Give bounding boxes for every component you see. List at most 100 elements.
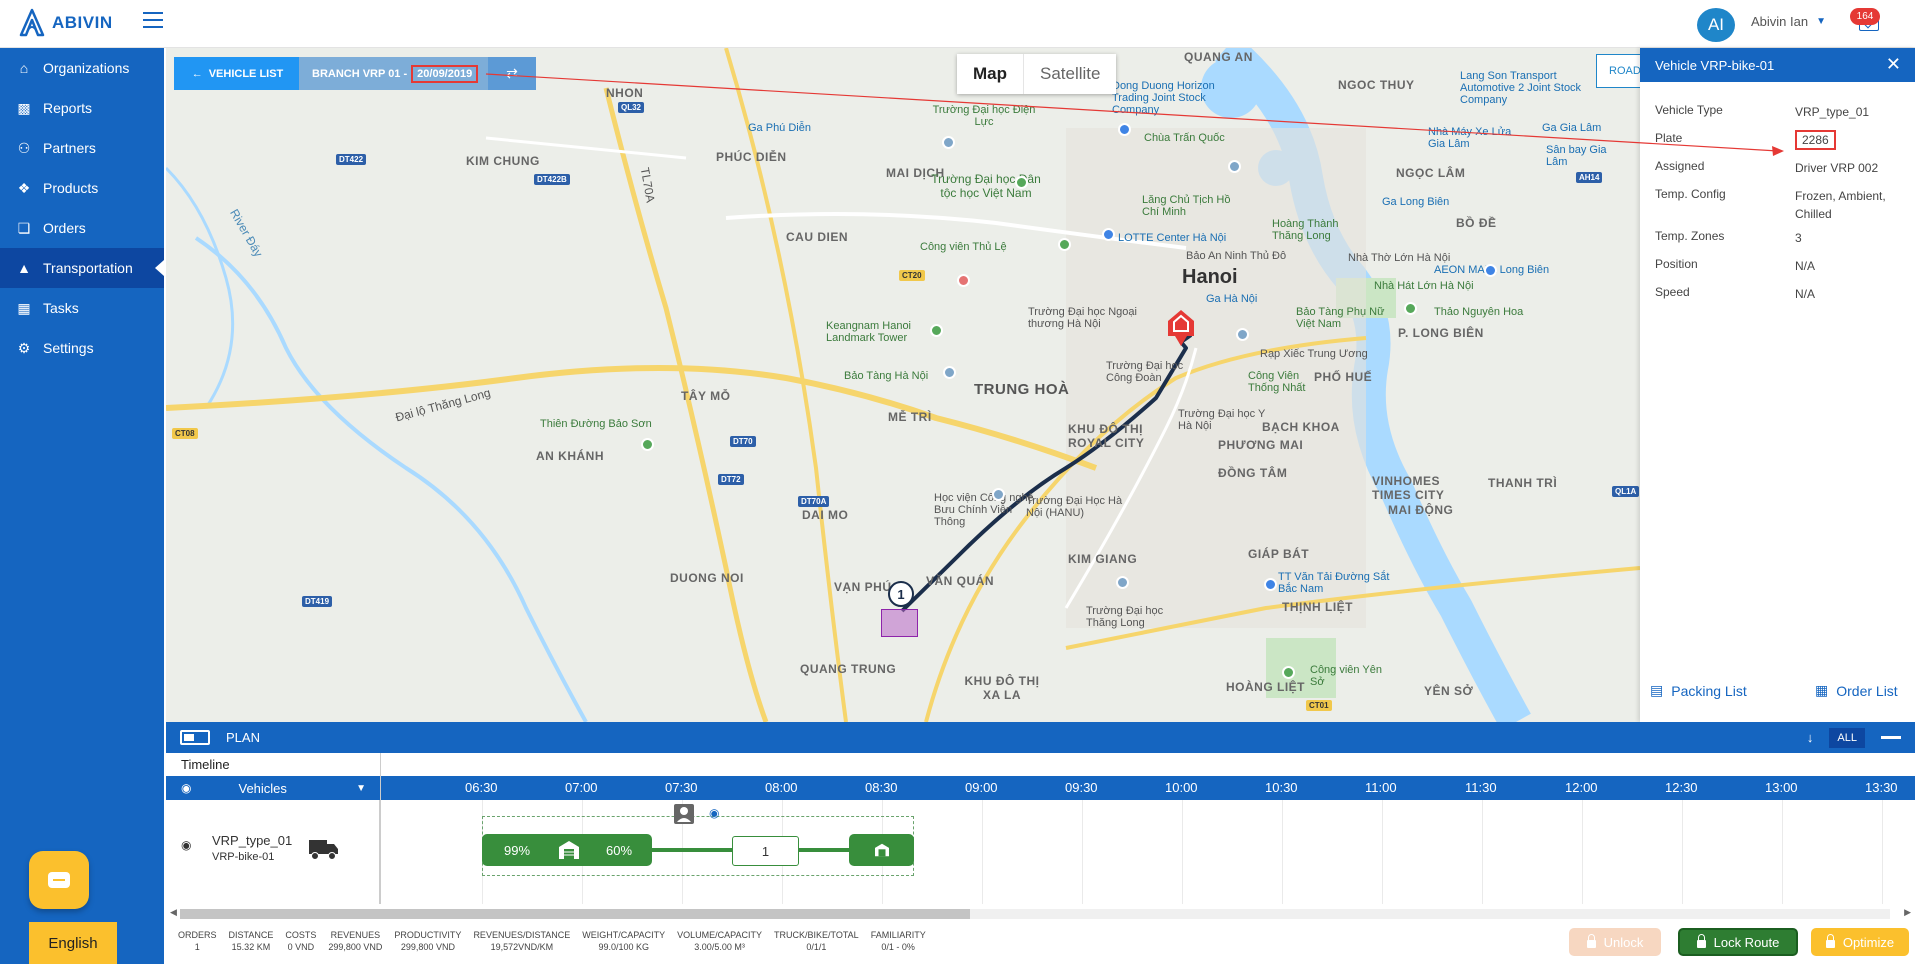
- map-pin-icon: [1118, 123, 1131, 136]
- map-poi-label: Lăng Chủ Tịch Hồ Chí Minh: [1142, 194, 1231, 218]
- map-label-district: HOÀNG LIỆT: [1226, 680, 1305, 694]
- vehicles-column-header[interactable]: ◉ Vehicles ▼: [166, 776, 381, 800]
- map-label-district: PHÚC DIỄN: [716, 150, 787, 164]
- swap-icon[interactable]: ⇄: [488, 57, 536, 90]
- scroll-right-icon[interactable]: ▶: [1904, 907, 1911, 918]
- scroll-left-icon[interactable]: ◀: [170, 907, 177, 918]
- order-block[interactable]: 1: [732, 836, 799, 866]
- packing-list-link[interactable]: ▤ Packing List: [1650, 682, 1747, 699]
- close-icon[interactable]: ✕: [1886, 54, 1901, 75]
- sidebar-item-partners[interactable]: ⚇ Partners: [0, 128, 164, 168]
- map-label-district: VĂN QUÁN: [926, 574, 995, 588]
- map-pin-icon: [992, 488, 1005, 501]
- lock-route-button[interactable]: Lock Route: [1678, 928, 1798, 956]
- optimize-button[interactable]: Optimize: [1811, 928, 1909, 956]
- eye-icon[interactable]: ◉: [181, 781, 191, 795]
- vehicle-field-label: Speed: [1655, 285, 1690, 299]
- vehicle-field-label: Position: [1655, 257, 1698, 271]
- stat-distance: DISTANCE 15.32 KM: [229, 930, 274, 964]
- eye-icon[interactable]: ◉: [709, 806, 719, 820]
- sidebar-item-settings[interactable]: ⚙ Settings: [0, 328, 164, 368]
- map-label-city: Hanoi: [1182, 266, 1238, 288]
- vehicle-field-value: VRP_type_01: [1795, 105, 1870, 119]
- arrow-down-icon[interactable]: ↓: [1807, 730, 1814, 745]
- depot-end-block[interactable]: [849, 834, 914, 866]
- top-bar: ABIVIN AI Abivin Ian ▼ 164: [0, 0, 1915, 48]
- map-poi-label: Keangnam Hanoi Landmark Tower: [826, 320, 912, 344]
- time-tick: 10:30: [1265, 780, 1298, 795]
- vehicle-field-label: Assigned: [1655, 159, 1705, 173]
- map-poi-label: Lang Son Transport Automotive 2 Joint St…: [1460, 70, 1582, 106]
- map-poi-label: Ga Long Biên: [1382, 196, 1450, 208]
- road-button[interactable]: ROAD: [1596, 54, 1640, 88]
- road-shield: DT70: [730, 436, 756, 447]
- map-poi-label: Ga Hà Nội: [1206, 293, 1258, 305]
- map-pin-icon: [1264, 578, 1277, 591]
- map-label-district: KHU ĐÔ THỊ ROYAL CITY: [1068, 422, 1145, 450]
- road-shield: QL1A: [1612, 486, 1640, 497]
- time-tick: 06:30: [465, 780, 498, 795]
- depot-start-block[interactable]: 99% 60%: [482, 834, 652, 866]
- route-stop-marker[interactable]: 1: [888, 581, 914, 607]
- sidebar-item-products[interactable]: ❖ Products: [0, 168, 164, 208]
- map-poi-label: Công Viên Thống Nhất: [1248, 370, 1306, 394]
- temp-config-row: Temp. Config Frozen, Ambient, Chilled: [1655, 187, 1905, 223]
- collapse-icon[interactable]: [1881, 736, 1901, 739]
- user-menu[interactable]: Abivin Ian ▼: [1751, 14, 1826, 29]
- plate-row: Plate 2286: [1655, 130, 1905, 150]
- sidebar-item-transportation[interactable]: ▲ Transportation: [0, 248, 164, 288]
- map-pin-icon: [1058, 238, 1071, 251]
- stat-label: FAMILIARITY: [870, 930, 926, 940]
- time-tick: 12:30: [1665, 780, 1698, 795]
- chevron-down-icon[interactable]: ▼: [356, 783, 366, 794]
- speed-row: Speed N/A: [1655, 285, 1905, 303]
- notification-badge: 164: [1850, 8, 1880, 25]
- user-avatar[interactable]: AI: [1697, 8, 1735, 42]
- destination-home-icon[interactable]: [1166, 308, 1196, 348]
- chat-icon: [48, 872, 70, 888]
- branch-selector[interactable]: BRANCH VRP 01 - 20/09/2019: [299, 57, 488, 90]
- stat-value: 19,572VND/KM: [490, 942, 554, 952]
- map-label-district: KHU ĐÔ THỊ XA LA: [964, 674, 1040, 702]
- map-view[interactable]: NHON KIM CHUNG PHÚC DIỄN MAI DỊCH CAU DI…: [166, 48, 1640, 722]
- depot-area[interactable]: [881, 609, 918, 637]
- road-icon: ▲: [17, 260, 31, 276]
- map-label-district: CAU DIEN: [786, 230, 849, 244]
- language-button[interactable]: English: [29, 922, 117, 964]
- sidebar-item-reports[interactable]: ▩ Reports: [0, 88, 164, 128]
- all-button[interactable]: ALL: [1829, 727, 1865, 748]
- map-label-district: THANH TRÌ: [1488, 476, 1558, 490]
- plan-title: PLAN: [226, 730, 260, 745]
- map-poi-label: TT Văn Tải Đường Sắt Bắc Nam: [1278, 571, 1390, 595]
- chat-button[interactable]: [29, 851, 89, 909]
- eye-icon[interactable]: ◉: [181, 838, 191, 852]
- vehicle-list-button[interactable]: ← VEHICLE LIST: [174, 57, 301, 90]
- sidebar-item-organizations[interactable]: ⌂ Organizations: [0, 48, 164, 88]
- map-poi-label: Dong Duong Horizon Trading Joint Stock C…: [1112, 80, 1215, 116]
- gear-icon: ⚙: [17, 339, 31, 356]
- map-poi-label: Bảo An Ninh Thủ Đô: [1186, 250, 1287, 262]
- map-type-satellite-button[interactable]: Satellite: [1023, 54, 1116, 94]
- vehicle-detail-panel: Vehicle VRP-bike-01 ✕ Vehicle Type VRP_t…: [1640, 48, 1915, 722]
- stat-label: COSTS: [285, 930, 317, 940]
- order-list-link[interactable]: ▦ Order List: [1815, 682, 1898, 699]
- panel-toggle-icon[interactable]: [180, 730, 210, 745]
- vehicle-panel-title: Vehicle VRP-bike-01: [1655, 57, 1775, 73]
- vehicle-row[interactable]: ◉ VRP_type_01 VRP-bike-01: [166, 800, 381, 904]
- map-poi-label: Nhà Thờ Lớn Hà Nội: [1348, 252, 1451, 264]
- vehicle-field-value: N/A: [1795, 287, 1816, 301]
- map-label-district: ĐỒNG TÂM: [1218, 466, 1288, 480]
- sidebar-item-tasks[interactable]: ▦ Tasks: [0, 288, 164, 328]
- brand-logo[interactable]: ABIVIN: [18, 8, 113, 38]
- sidebar-item-label: Partners: [43, 140, 96, 156]
- scrollbar-thumb[interactable]: [180, 909, 970, 919]
- sidebar-item-orders[interactable]: ❏ Orders: [0, 208, 164, 248]
- map-poi-label: Trường Đại học Ngoại thương Hà Nội: [1028, 306, 1137, 330]
- timeline-scrollbar[interactable]: ◀ ▶: [166, 904, 1915, 924]
- driver-avatar-icon[interactable]: [674, 804, 694, 824]
- unlock-button[interactable]: Unlock: [1569, 928, 1661, 956]
- menu-toggle-icon[interactable]: [143, 12, 163, 28]
- plate-value: 2286: [1795, 130, 1836, 150]
- map-type-map-button[interactable]: Map: [957, 54, 1023, 94]
- brand-name: ABIVIN: [52, 13, 113, 32]
